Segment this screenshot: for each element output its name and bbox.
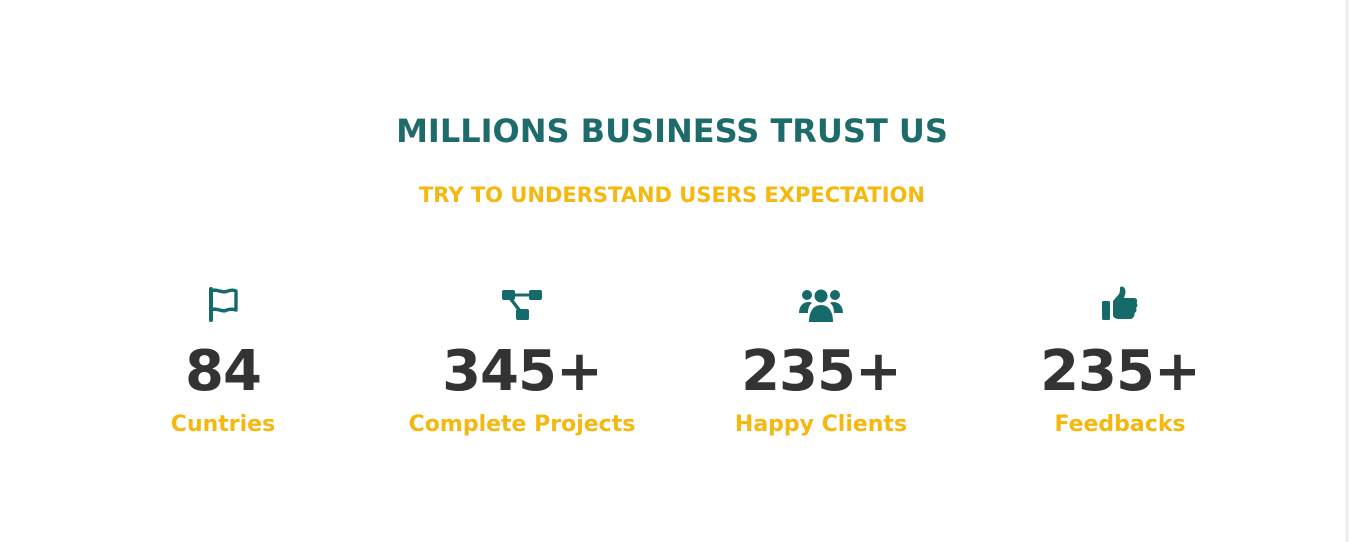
stat-value: 84 [185, 339, 262, 404]
stat-label: Feedbacks [1054, 412, 1186, 437]
stats-section: MILLIONS BUSINESS TRUST US TRY TO UNDERS… [0, 0, 1349, 542]
stat-label: Complete Projects [408, 412, 636, 437]
users-icon [671, 284, 971, 324]
stat-label: Cuntries [170, 412, 276, 437]
stat-value: 235+ [1040, 339, 1201, 404]
project-diagram-icon [372, 284, 672, 324]
stat-clients: 235+ Happy Clients [671, 284, 971, 440]
stat-value: 345+ [442, 339, 603, 404]
stat-projects: 345+ Complete Projects [372, 284, 672, 440]
stat-label: Happy Clients [734, 412, 908, 437]
section-subtitle: TRY TO UNDERSTAND USERS EXPECTATION [418, 183, 925, 207]
section-title: MILLIONS BUSINESS TRUST US [396, 112, 948, 150]
stat-countries: 84 Cuntries [73, 284, 373, 440]
thumbs-up-icon [970, 284, 1270, 324]
scrollbar-track[interactable] [1345, 0, 1349, 542]
flag-icon [73, 284, 373, 324]
stat-feedbacks: 235+ Feedbacks [970, 284, 1270, 440]
stat-value: 235+ [741, 339, 902, 404]
